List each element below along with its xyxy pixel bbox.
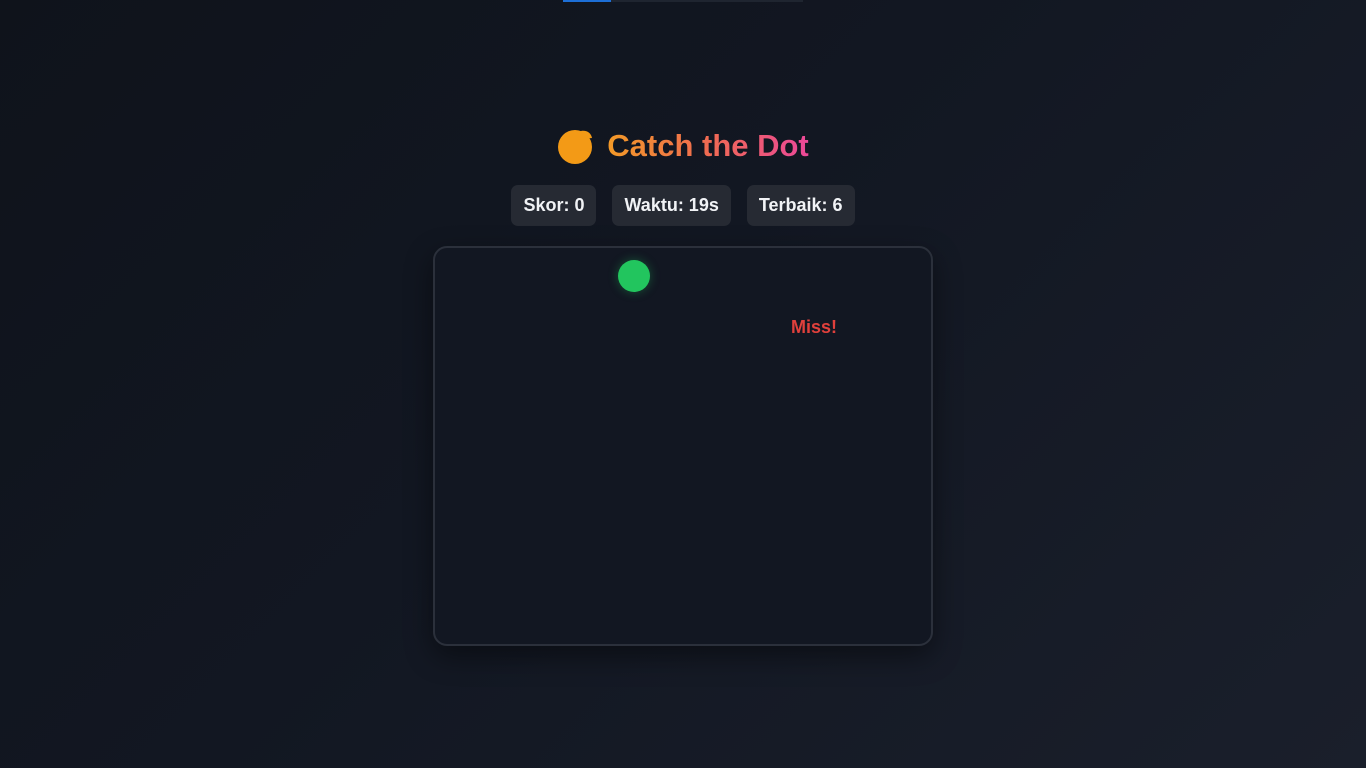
loading-progress-fill — [563, 0, 611, 2]
loading-progress-bar — [563, 0, 803, 2]
target-dot[interactable] — [618, 260, 650, 292]
game-arena[interactable]: Miss! — [433, 246, 933, 646]
score-badge: Skor: 0 — [511, 185, 597, 226]
stats-bar: Skor: 0 Waktu: 19s Terbaik: 6 — [0, 185, 1366, 226]
orange-icon — [558, 130, 593, 164]
timer-badge: Waktu: 19s — [612, 185, 731, 226]
page-title: Catch the Dot — [607, 126, 809, 166]
title-row: Catch the Dot — [0, 126, 1366, 166]
miss-feedback: Miss! — [791, 317, 838, 337]
best-score-badge: Terbaik: 6 — [746, 185, 855, 226]
